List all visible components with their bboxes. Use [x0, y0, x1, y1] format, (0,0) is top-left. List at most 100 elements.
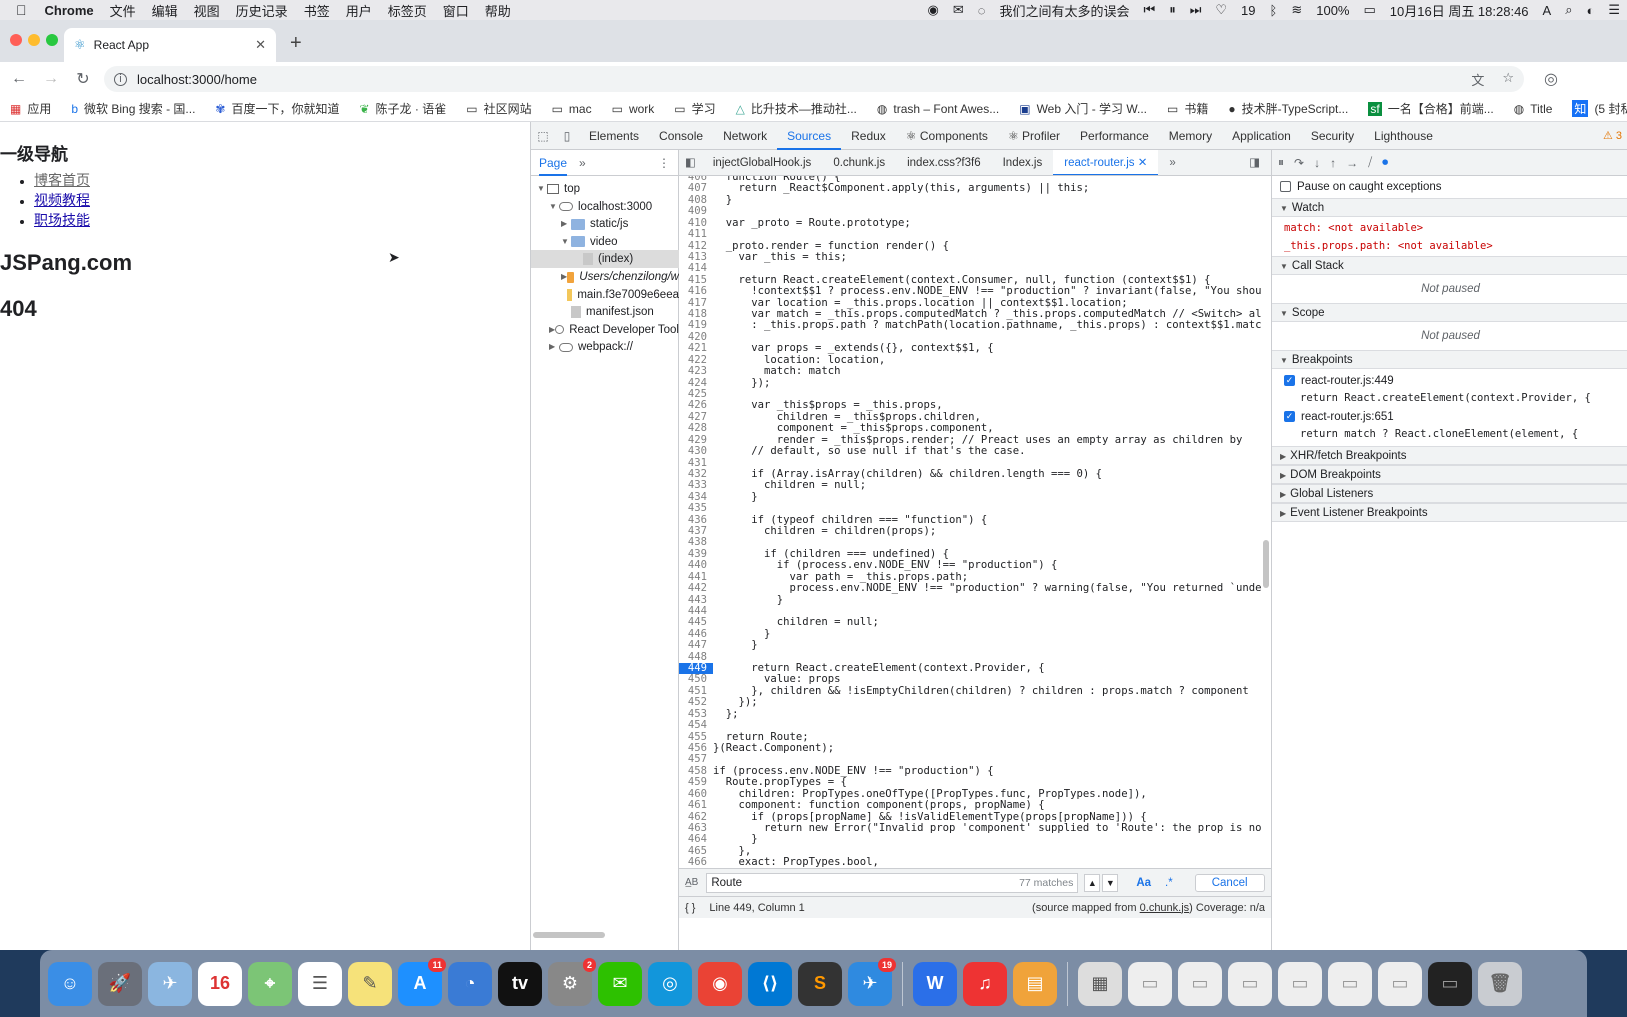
- line-number[interactable]: 409: [679, 205, 713, 217]
- find-cancel-button[interactable]: Cancel: [1194, 873, 1265, 892]
- xhr-breakpoints-header[interactable]: ▶ XHR/fetch Breakpoints: [1272, 446, 1627, 465]
- line-number[interactable]: 459: [679, 776, 713, 788]
- code-scrollbar[interactable]: [1263, 540, 1269, 588]
- code-line[interactable]: 456}(React.Component);: [679, 742, 1271, 754]
- code-line[interactable]: 451 }, children && !isEmptyChildren(chil…: [679, 685, 1271, 697]
- battery-level[interactable]: 100%: [1309, 3, 1356, 18]
- translate-icon[interactable]: 文: [1471, 70, 1484, 89]
- code-line[interactable]: 464 }: [679, 833, 1271, 845]
- menu-bookmarks[interactable]: 书签: [296, 1, 338, 20]
- tree-item[interactable]: ▼ top: [531, 180, 679, 198]
- recent-doc-icon[interactable]: ▭: [1328, 961, 1372, 1006]
- breakpoints-section-header[interactable]: ▼ Breakpoints: [1272, 350, 1627, 369]
- code-line[interactable]: 408 }: [679, 194, 1271, 206]
- code-line[interactable]: 443 }: [679, 594, 1271, 606]
- line-number[interactable]: 423: [679, 365, 713, 377]
- source-map-link[interactable]: 0.chunk.js: [1140, 902, 1190, 914]
- apple-menu-icon[interactable]: : [0, 2, 37, 18]
- pause-caught-exceptions[interactable]: Pause on caught exceptions: [1272, 178, 1627, 197]
- bookmark-folder[interactable]: ▭ mac: [542, 102, 602, 116]
- code-area[interactable]: 406 function Route() {407 return _React$…: [679, 176, 1271, 868]
- editor-tab[interactable]: Index.js: [992, 150, 1054, 175]
- tree-arrow-icon[interactable]: ▶: [549, 338, 559, 356]
- match-case-button[interactable]: Aa: [1136, 877, 1151, 889]
- pause-icon[interactable]: ⏸: [1162, 2, 1183, 18]
- replace-toggle-icon[interactable]: A̲B: [685, 877, 698, 888]
- tree-arrow-icon[interactable]: ▼: [537, 180, 547, 198]
- link-career-skills[interactable]: 职场技能: [34, 214, 90, 229]
- trash-icon[interactable]: 🗑: [1478, 961, 1522, 1006]
- editor-tab[interactable]: index.css?f3f6: [896, 150, 992, 175]
- close-tab-icon[interactable]: ✕: [255, 37, 266, 53]
- step-out-icon[interactable]: ↑: [1330, 156, 1336, 170]
- system-preferences-icon[interactable]: ⚙ 2: [548, 957, 596, 1006]
- navigator-menu-icon[interactable]: ⋮: [658, 156, 670, 170]
- tab-sources[interactable]: Sources: [777, 122, 842, 150]
- inspect-element-icon[interactable]: ⬚: [531, 129, 555, 143]
- app-store-icon[interactable]: A 11: [398, 957, 446, 1006]
- breakpoint-checkbox[interactable]: ✓: [1284, 375, 1295, 387]
- maps-icon[interactable]: ⌖: [248, 961, 292, 1006]
- toggle-debugger-icon[interactable]: ◨: [1238, 150, 1271, 175]
- line-number[interactable]: 435: [679, 502, 713, 514]
- tab-application[interactable]: Application: [1222, 122, 1301, 150]
- link-blog-home[interactable]: 博客首页: [34, 174, 90, 189]
- next-track-icon[interactable]: ⏭: [1183, 2, 1209, 18]
- bookmark-folder[interactable]: ▭ 学习: [664, 100, 725, 117]
- bookmark-folder[interactable]: ▭ work: [602, 102, 665, 116]
- menu-edit[interactable]: 编辑: [144, 1, 186, 20]
- bookmark-item[interactable]: ❦ 陈子龙 · 语雀: [349, 100, 456, 117]
- tab-profiler[interactable]: ⚛ Profiler: [998, 122, 1070, 150]
- new-tab-button[interactable]: +: [290, 32, 302, 55]
- bookmark-item[interactable]: ◍ trash – Font Awes...: [867, 102, 1009, 116]
- tree-arrow-icon[interactable]: ▼: [549, 198, 559, 216]
- regex-button[interactable]: .*: [1165, 877, 1173, 889]
- site-info-icon[interactable]: i: [114, 72, 127, 86]
- find-next-button[interactable]: ▼: [1102, 873, 1119, 892]
- recent-doc-icon[interactable]: ▭: [1128, 961, 1172, 1006]
- recent-doc-icon[interactable]: ▭: [1178, 961, 1222, 1006]
- line-number[interactable]: 428: [679, 422, 713, 434]
- app-menu[interactable]: Chrome: [37, 3, 102, 18]
- bookmark-star-icon[interactable]: ☆: [1502, 70, 1514, 89]
- step-over-icon[interactable]: ↷: [1294, 156, 1304, 170]
- warning-count[interactable]: ⚠ 3: [1603, 129, 1627, 142]
- deactivate-breakpoints-icon[interactable]: ⧸: [1368, 155, 1372, 170]
- code-line[interactable]: 437 children = children(props);: [679, 525, 1271, 537]
- watch-expression[interactable]: match: <not available>: [1272, 219, 1627, 238]
- tree-item[interactable]: manifest.json: [531, 303, 679, 321]
- calendar-icon[interactable]: 16: [198, 961, 242, 1006]
- feishu-icon[interactable]: ◔: [448, 961, 492, 1006]
- recent-doc-icon[interactable]: ▭: [1378, 961, 1422, 1006]
- launchpad-icon[interactable]: 🚀: [98, 961, 142, 1006]
- code-line[interactable]: 410 var _proto = Route.prototype;: [679, 217, 1271, 229]
- tree-arrow-icon[interactable]: ▶: [561, 215, 571, 233]
- menubar-badge[interactable]: 19: [1234, 3, 1262, 18]
- tab-components[interactable]: ⚛ Components: [896, 122, 998, 150]
- bookmark-item[interactable]: ▣ Web 入门 - 学习 W...: [1009, 100, 1157, 117]
- tab-page[interactable]: Page: [539, 150, 568, 176]
- scope-section-header[interactable]: ▼ Scope: [1272, 303, 1627, 322]
- code-line[interactable]: 452 });: [679, 696, 1271, 708]
- link-video-tutorial[interactable]: 视频教程: [34, 194, 90, 209]
- code-line[interactable]: 430 // default, so use null if that's th…: [679, 445, 1271, 457]
- finder-icon[interactable]: ☺: [48, 961, 92, 1006]
- tree-item[interactable]: (index): [531, 250, 679, 269]
- pause-resume-icon[interactable]: ⏸: [1278, 155, 1284, 170]
- tab-memory[interactable]: Memory: [1159, 122, 1222, 150]
- editor-tab[interactable]: 0.chunk.js: [822, 150, 896, 175]
- chat-icon[interactable]: ◌: [971, 3, 993, 18]
- apple-tv-icon[interactable]: tv: [498, 961, 542, 1006]
- wifi-icon[interactable]: ≋: [1284, 2, 1309, 18]
- code-line[interactable]: 419 : _this.props.path ? matchPath(locat…: [679, 320, 1271, 332]
- spotlight-icon[interactable]: ⌕: [1558, 2, 1579, 18]
- siri-icon[interactable]: ◐: [1579, 3, 1601, 18]
- eagle-icon[interactable]: ✈: [148, 961, 192, 1006]
- tab-console[interactable]: Console: [649, 122, 713, 150]
- device-toolbar-icon[interactable]: ▯: [555, 129, 579, 143]
- wechat-icon[interactable]: ✉: [946, 2, 971, 18]
- code-line[interactable]: 453 };: [679, 708, 1271, 720]
- clock[interactable]: 10月16日 周五 18:28:46: [1383, 1, 1536, 20]
- find-previous-button[interactable]: ▲: [1084, 873, 1101, 892]
- menu-view[interactable]: 视图: [186, 1, 228, 20]
